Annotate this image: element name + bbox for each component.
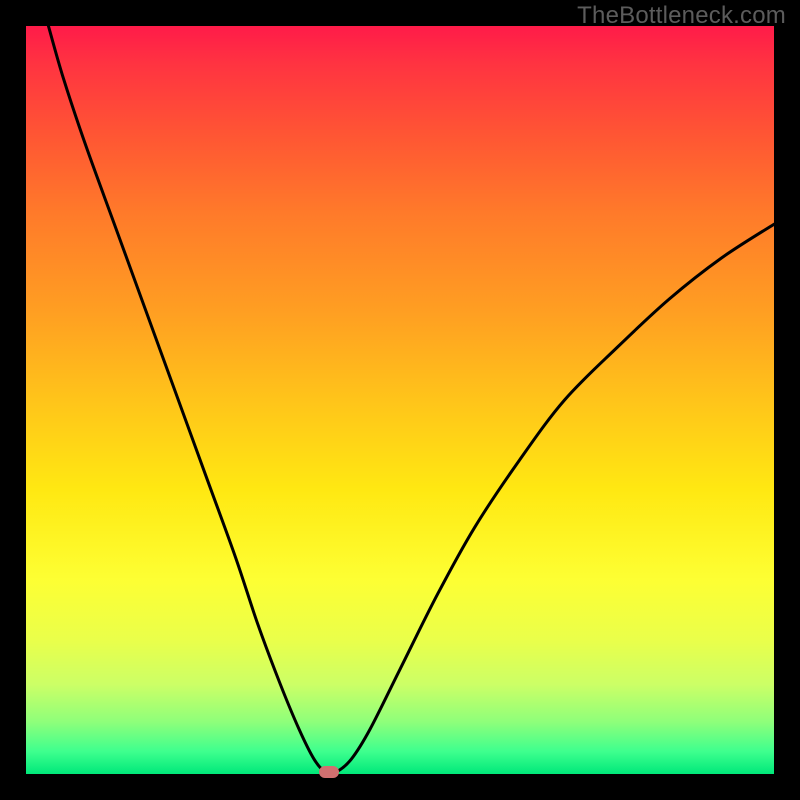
chart-frame: TheBottleneck.com xyxy=(0,0,800,800)
watermark-text: TheBottleneck.com xyxy=(577,2,786,30)
bottleneck-curve xyxy=(26,26,774,774)
plot-area xyxy=(26,26,774,774)
optimum-marker xyxy=(319,766,339,778)
